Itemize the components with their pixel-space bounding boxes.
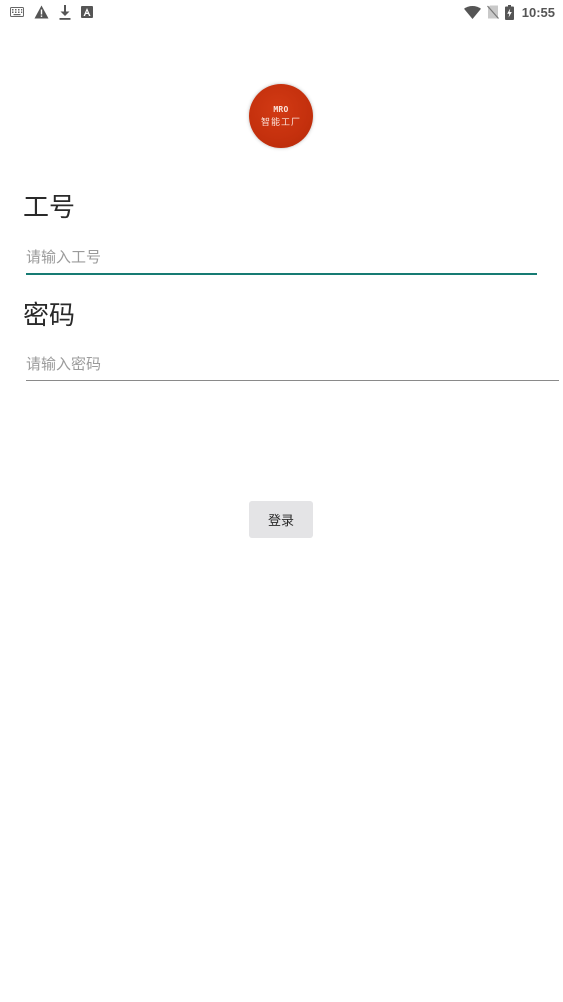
system-icons: 10:55 — [463, 3, 555, 21]
keyboard-icon — [10, 7, 24, 17]
employee-id-input[interactable] — [26, 243, 537, 275]
accessibility-icon — [81, 6, 93, 18]
logo-text-factory: 智能工厂 — [260, 117, 301, 128]
clock: 10:55 — [521, 4, 555, 20]
no-sim-icon — [486, 5, 499, 19]
app-logo: MRO 智能工厂 — [249, 84, 313, 148]
login-button[interactable]: 登录 — [249, 501, 313, 538]
status-bar: 10:55 — [0, 0, 563, 24]
download-icon — [59, 4, 71, 20]
password-input[interactable] — [26, 350, 559, 381]
battery-charging-icon — [504, 4, 514, 20]
password-label: 密码 — [23, 301, 76, 331]
employee-id-label: 工号 — [23, 193, 76, 223]
wifi-icon — [463, 5, 481, 19]
warning-icon — [34, 5, 49, 19]
notification-icons — [10, 4, 93, 20]
logo-text-mro: MRO — [273, 104, 289, 114]
